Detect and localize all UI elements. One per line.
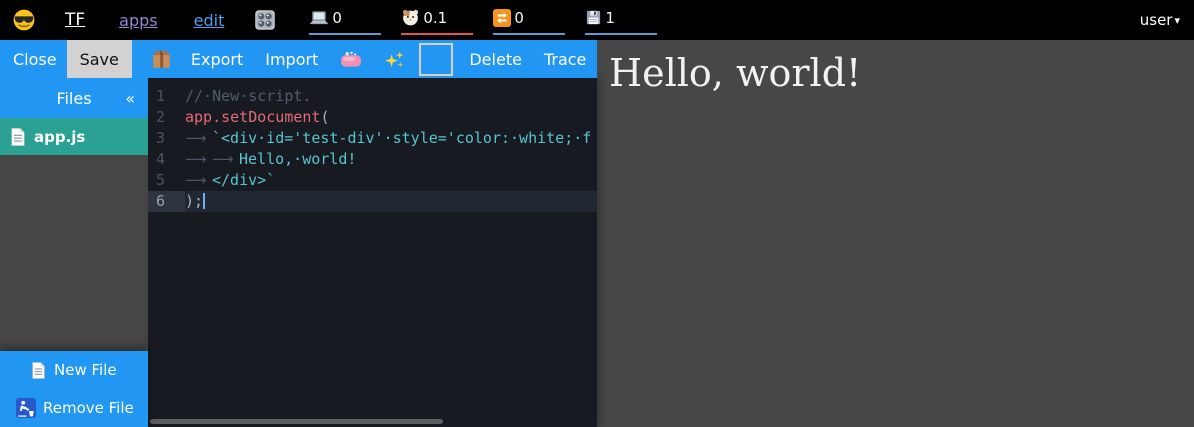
code-text: );	[185, 191, 205, 212]
code-editor[interactable]: 1//·New·script.2app.setDocument(3⟶`<div·…	[148, 78, 597, 427]
document-preview: Hello, world!	[597, 40, 1194, 427]
export-button[interactable]: Export	[191, 50, 243, 69]
code-text: ⟶</div>`	[185, 170, 275, 191]
remove-file-label: Remove File	[43, 399, 134, 417]
sparkles-icon	[384, 49, 405, 70]
collapse-sidebar-button[interactable]: «	[125, 78, 135, 118]
text-cursor	[203, 193, 205, 209]
floppy-stat-value: 1	[605, 9, 615, 27]
user-menu-label: user	[1140, 11, 1173, 29]
horizontal-scrollbar-thumb[interactable]	[150, 419, 443, 424]
files-panel-header: Files «	[0, 78, 148, 118]
code-line-6[interactable]: 6);	[148, 191, 597, 212]
repeat-stat[interactable]: 0	[493, 6, 565, 35]
control-knobs-icon	[254, 9, 276, 31]
user-menu[interactable]: user ▾	[1140, 11, 1180, 29]
delete-button[interactable]: Delete	[469, 50, 522, 69]
repeat-stat-value: 0	[514, 9, 524, 27]
trace-button[interactable]: Trace	[544, 50, 586, 69]
floppy-icon	[585, 9, 602, 26]
save-button[interactable]: Save	[67, 40, 132, 78]
laptop-stat[interactable]: 0	[309, 6, 381, 35]
control-knobs-button[interactable]	[254, 9, 276, 31]
file-name: app.js	[34, 128, 85, 146]
files-panel-title: Files	[56, 89, 91, 108]
code-line-2[interactable]: 2app.setDocument(	[148, 107, 597, 128]
preview-hello-text: Hello, world!	[609, 53, 1182, 95]
line-number: 2	[148, 107, 185, 128]
sidebar-actions: New File Remove File	[0, 351, 148, 427]
topbar-link-tf[interactable]: TF	[65, 10, 85, 30]
topbar-link-edit[interactable]: edit	[194, 11, 225, 30]
code-text: ⟶⟶Hello,·world!	[185, 149, 356, 170]
hamster-stat-value: 0.1	[423, 9, 447, 27]
file-page-icon	[10, 127, 26, 147]
package-button[interactable]	[150, 48, 173, 71]
code-line-4[interactable]: 4⟶⟶Hello,·world!	[148, 149, 597, 170]
repeat-icon	[493, 9, 511, 27]
sparkles-button[interactable]	[384, 49, 405, 70]
close-button[interactable]: Close	[13, 50, 57, 69]
package-icon	[150, 48, 173, 71]
import-button[interactable]: Import	[265, 50, 318, 69]
chevron-down-icon: ▾	[1174, 14, 1180, 27]
blank-button[interactable]	[419, 43, 453, 76]
litter-bin-icon	[16, 398, 36, 418]
remove-file-button[interactable]: Remove File	[0, 389, 148, 427]
line-number: 6	[148, 191, 185, 212]
code-line-3[interactable]: 3⟶`<div·id='test-div'·style='color:·whit…	[148, 128, 597, 149]
editor-toolbar: Close Save Export Import Delete Trace	[0, 40, 597, 78]
laptop-icon	[309, 8, 329, 28]
code-text: app.setDocument(	[185, 107, 330, 128]
code-line-5[interactable]: 5⟶</div>`	[148, 170, 597, 191]
file-item-appjs[interactable]: app.js	[0, 118, 148, 155]
sunglasses-emoji-icon	[13, 9, 35, 31]
floppy-stat[interactable]: 1	[585, 6, 657, 35]
hamster-stat[interactable]: 0.1	[401, 6, 473, 35]
brand-menu[interactable]	[13, 9, 35, 31]
soap-button[interactable]	[340, 51, 362, 68]
line-number: 5	[148, 170, 185, 191]
line-number: 4	[148, 149, 185, 170]
laptop-stat-value: 0	[332, 9, 342, 27]
new-file-button[interactable]: New File	[0, 351, 148, 389]
new-file-page-icon	[31, 361, 46, 380]
code-line-1[interactable]: 1//·New·script.	[148, 86, 597, 107]
new-file-label: New File	[54, 361, 117, 379]
line-number: 3	[148, 128, 185, 149]
code-lines: 1//·New·script.2app.setDocument(3⟶`<div·…	[148, 78, 597, 212]
code-text: //·New·script.	[185, 86, 311, 107]
soap-icon	[340, 51, 362, 68]
topbar-link-apps[interactable]: apps	[119, 11, 157, 30]
hamster-icon	[401, 8, 420, 27]
top-bar: TF apps edit 0 0.1	[0, 0, 1194, 40]
line-number: 1	[148, 86, 185, 107]
code-text: ⟶`<div·id='test-div'·style='color:·white…	[185, 128, 591, 149]
